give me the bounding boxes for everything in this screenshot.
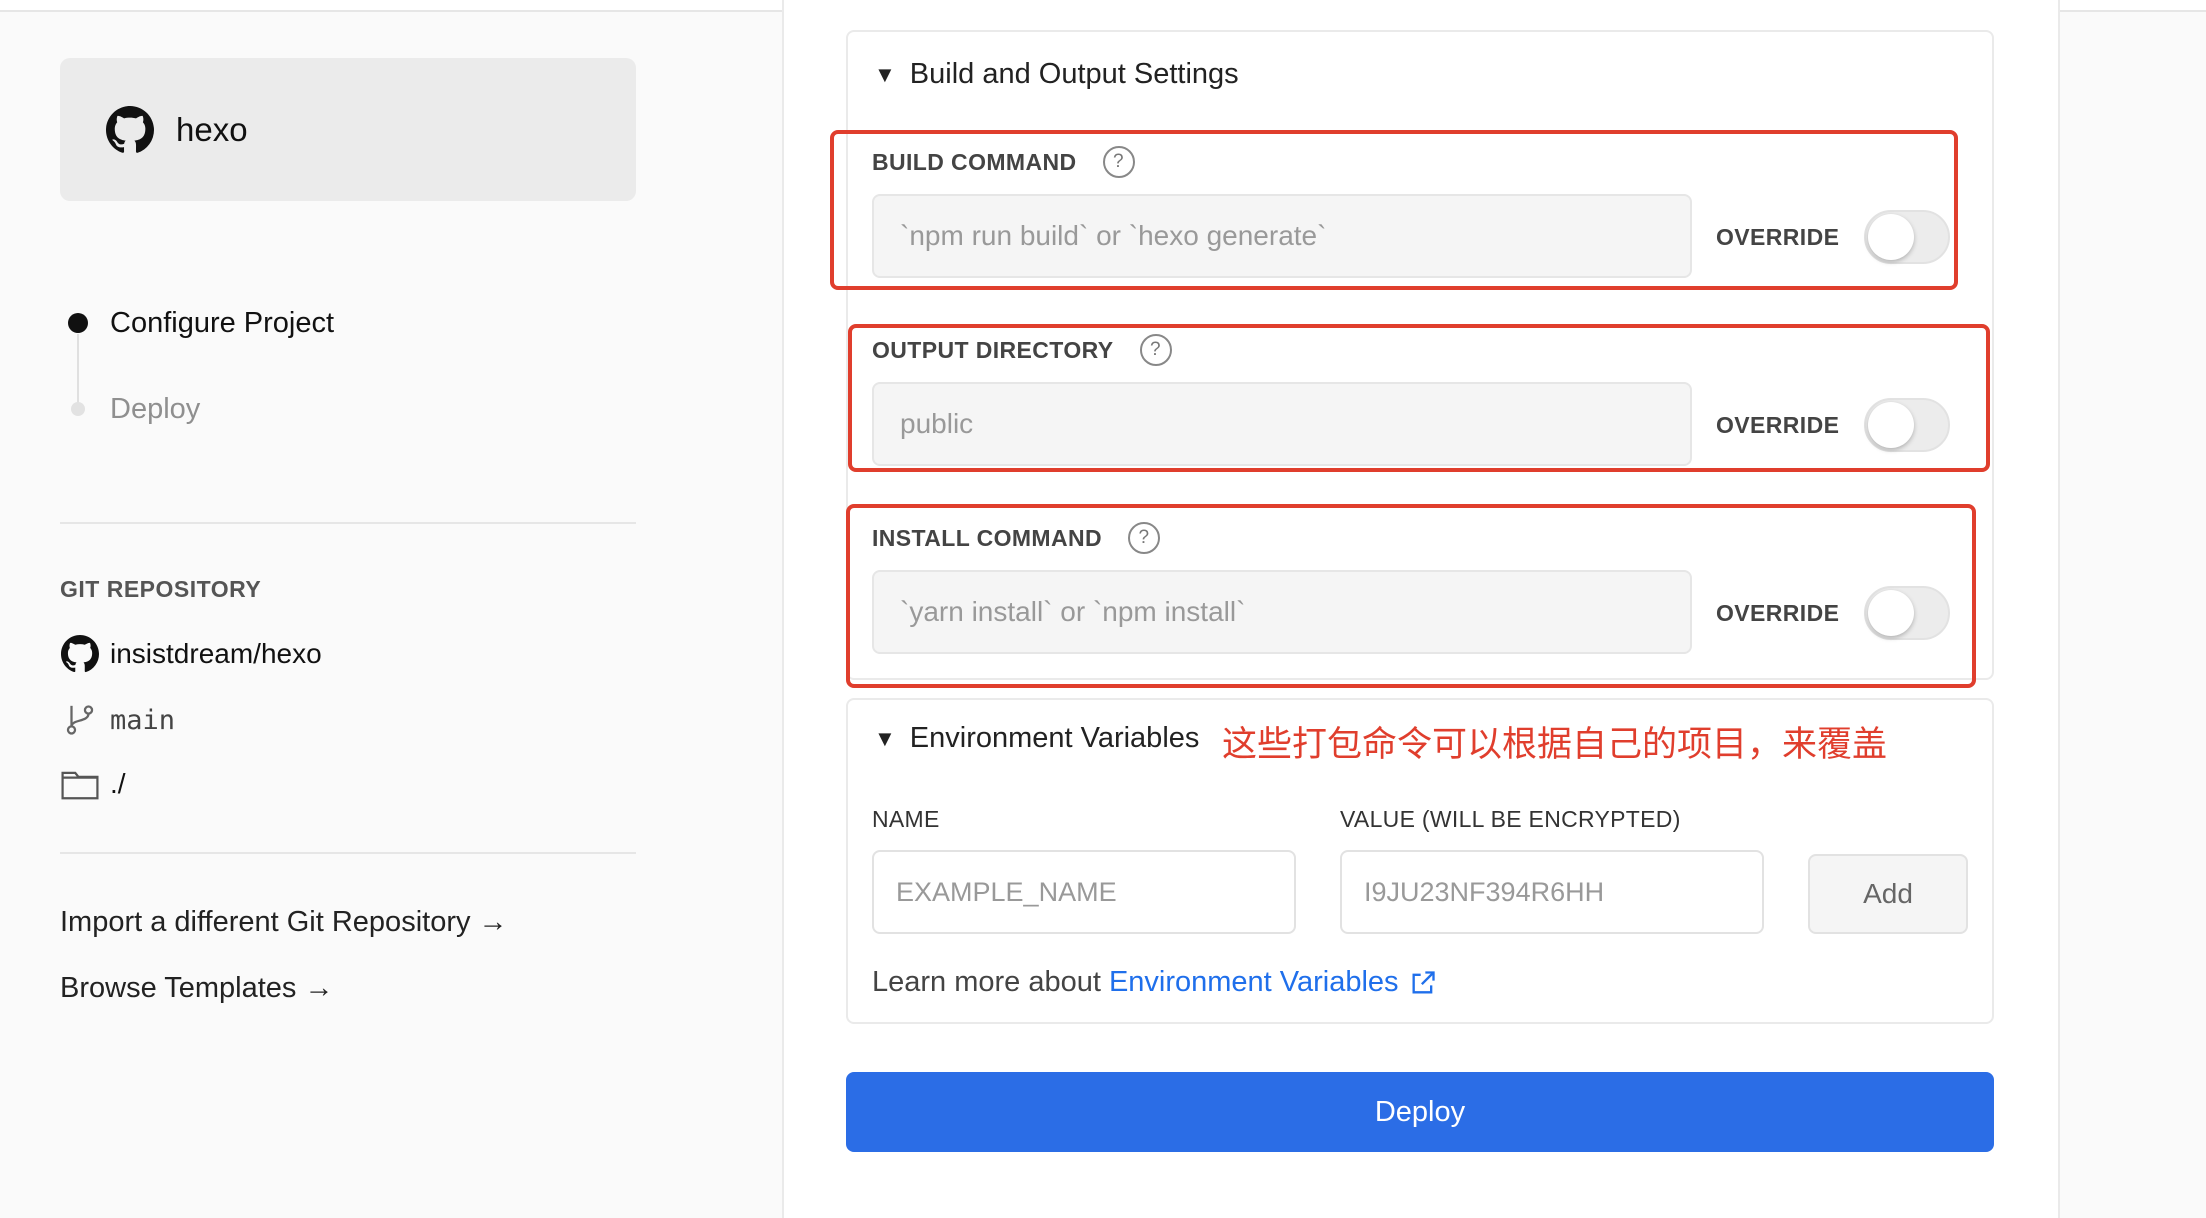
collapse-triangle-icon: ▼ bbox=[874, 725, 896, 751]
git-directory: ./ bbox=[110, 768, 126, 799]
git-directory-row: ./ bbox=[60, 764, 126, 804]
section-title: Environment Variables bbox=[909, 722, 1200, 754]
step-label: Configure Project bbox=[110, 306, 335, 339]
git-branch-icon bbox=[60, 700, 100, 740]
step-configure-project: Configure Project bbox=[60, 300, 640, 346]
step-pending-dot bbox=[71, 402, 85, 416]
browse-templates-link[interactable]: Browse Templates → bbox=[60, 972, 333, 1005]
env-vars-docs-link[interactable]: Environment Variables bbox=[1109, 966, 1399, 999]
annotation-highlight-box bbox=[846, 504, 1976, 688]
env-value-input[interactable]: I9JU23NF394R6HH bbox=[1340, 850, 1764, 934]
learn-more-text: Learn more about bbox=[872, 966, 1101, 998]
annotation-text: 这些打包命令可以根据自己的项目，来覆盖 bbox=[1222, 725, 1888, 764]
project-card: hexo bbox=[60, 58, 636, 201]
sidebar-divider bbox=[60, 522, 636, 524]
github-icon bbox=[60, 634, 100, 674]
git-branch-name: main bbox=[110, 704, 176, 736]
github-icon bbox=[106, 105, 154, 153]
git-repository-heading: GIT REPOSITORY bbox=[60, 576, 262, 602]
collapse-triangle-icon: ▼ bbox=[874, 61, 896, 87]
deploy-button[interactable]: Deploy bbox=[846, 1072, 1994, 1152]
env-name-input[interactable]: EXAMPLE_NAME bbox=[872, 850, 1296, 934]
folder-icon bbox=[60, 764, 100, 804]
steps-list: Configure Project Deploy bbox=[60, 300, 640, 432]
git-repo-row: insistdream/hexo bbox=[60, 634, 322, 674]
env-name-label: NAME bbox=[872, 806, 940, 832]
git-repo-name: insistdream/hexo bbox=[110, 638, 322, 669]
step-deploy: Deploy bbox=[60, 386, 640, 432]
git-branch-row: main bbox=[60, 700, 175, 740]
annotation-highlight-box bbox=[830, 130, 1958, 290]
env-vars-toggle[interactable]: ▼ Environment Variables bbox=[874, 722, 1199, 755]
project-name: hexo bbox=[176, 110, 248, 148]
section-title: Build and Output Settings bbox=[909, 58, 1239, 90]
env-value-label: VALUE (WILL BE ENCRYPTED) bbox=[1340, 806, 1681, 832]
add-env-button[interactable]: Add bbox=[1808, 854, 1968, 934]
build-settings-toggle[interactable]: ▼ Build and Output Settings bbox=[874, 58, 1239, 91]
import-repository-link[interactable]: Import a different Git Repository → bbox=[60, 906, 508, 939]
step-active-dot bbox=[68, 313, 88, 333]
sidebar-divider bbox=[60, 852, 636, 854]
external-link-icon[interactable] bbox=[1409, 969, 1437, 997]
learn-more-row: Learn more about Environment Variables bbox=[872, 966, 1437, 999]
annotation-highlight-box bbox=[848, 324, 1990, 472]
step-label: Deploy bbox=[110, 392, 201, 425]
